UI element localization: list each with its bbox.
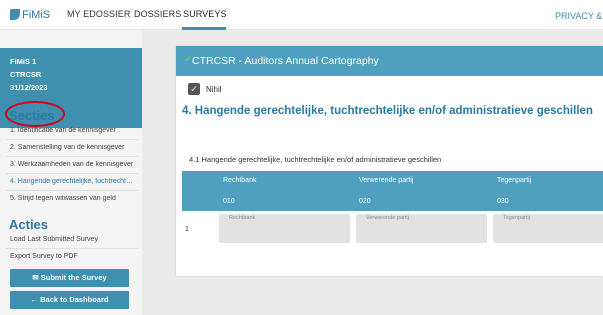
divider [6,190,138,191]
sidebar: FiMiS 1 CTRCSR 31/12/2023 Secties 1. Ide… [0,30,142,315]
card-title: CTRCSR - Auditors Annual Cartography [192,55,379,67]
envelope-icon: ✉ [32,273,39,282]
column-header-tegenpartij: Tegenpartij [497,177,532,184]
column-code-030: 030 [497,198,509,205]
nav-privacy[interactable]: PRIVACY & C [555,11,603,21]
card-header: ✓ CTRCSR - Auditors Annual Cartography [176,46,603,76]
divider [6,173,138,174]
actions-title: Acties [9,217,49,232]
sidebar-item-section-4[interactable]: 4. Hangende gerechtelijke, tuchtrechteli… [10,178,134,185]
submit-survey-label: Submit the Survey [40,273,107,282]
rechtbank-placeholder: Rechtbank [229,215,256,221]
column-header-verwerende-partij: Verwerende partij [359,177,414,184]
verwerende-partij-placeholder: Verwerende partij [366,215,409,221]
nihil-label: Nihil [206,85,222,94]
nihil-checkbox[interactable]: ✓ [188,83,200,95]
tegenpartij-placeholder: Tegenpartij [503,215,530,221]
divider [6,139,138,140]
sidebar-item-section-3[interactable]: 3. Werkzaamheden van de kennisgever [10,161,134,168]
main-content: ✓ CTRCSR - Auditors Annual Cartography ✓… [142,30,603,315]
fimis-logo[interactable]: FiMiS [10,8,56,22]
highlight-circle [5,101,65,127]
export-pdf-link[interactable]: Export Survey to PDF [10,253,78,260]
top-navigation: FiMiS MY EDOSSIER DOSSIERS SURVEYS PRIVA… [0,0,603,30]
table-header: Rechtbank Verwerende partij Tegenpartij … [182,171,603,211]
sidebar-item-section-2[interactable]: 2. Samenstelling van de kennisgever [10,144,134,151]
arrow-left-icon: ← [30,295,39,304]
section-heading: 4. Hangende gerechtelijke, tuchtrechteli… [182,105,593,117]
survey-date: 31/12/2023 [10,83,48,92]
back-to-dashboard-button[interactable]: ← Back to Dashboard [10,291,129,309]
back-to-dashboard-label: Back to Dashboard [40,295,109,304]
column-code-010: 010 [223,198,235,205]
divider [6,156,138,157]
nav-my-edossier[interactable]: MY EDOSSIER [67,9,130,19]
nav-dossiers[interactable]: DOSSIERS [134,9,181,19]
sidebar-item-section-5[interactable]: 5. Strijd tegen witwassen van geld [10,195,134,202]
sidebar-item-section-1[interactable]: 1. Identificatie van de kennisgever [10,127,134,134]
rechtbank-input[interactable]: Rechtbank [219,214,350,243]
logo-icon [10,9,20,20]
sub-heading: 4.1 Hangende gerechtelijke, tuchtrechtel… [189,155,442,164]
survey-source: FiMiS 1 [10,57,37,66]
submit-survey-button[interactable]: ✉ Submit the Survey [10,269,129,287]
column-code-020: 020 [359,198,371,205]
verwerende-partij-input[interactable]: Verwerende partij [356,214,487,243]
row-number: 1 [185,226,189,233]
column-header-rechtbank: Rechtbank [223,177,257,184]
survey-code: CTRCSR [10,70,42,79]
divider [6,248,138,249]
tegenpartij-input[interactable]: Tegenpartij [493,214,603,243]
load-last-survey-link[interactable]: Load Last Submitted Survey [10,236,98,243]
nav-surveys[interactable]: SURVEYS [183,9,227,19]
logo-text: FiMiS [22,9,51,21]
survey-card: ✓ CTRCSR - Auditors Annual Cartography ✓… [176,46,603,276]
